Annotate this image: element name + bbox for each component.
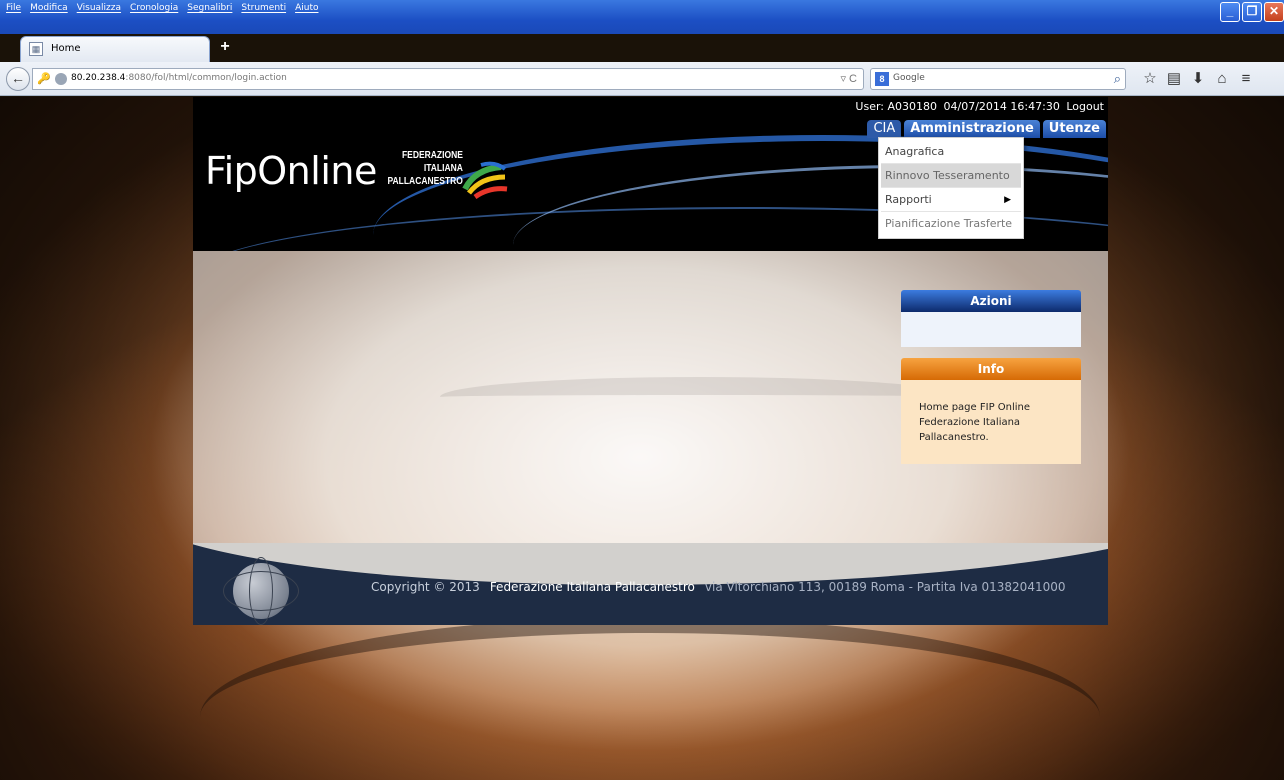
- fiponline-logo[interactable]: FipOnline: [205, 149, 377, 193]
- back-button[interactable]: ←: [6, 67, 30, 91]
- toolbar-icons: ☆ ▤ ⬇ ⌂ ≡: [1138, 68, 1258, 90]
- new-tab-button[interactable]: +: [216, 38, 234, 56]
- basketball-icon: [223, 557, 299, 625]
- dropdown-anagrafica[interactable]: Anagrafica: [881, 140, 1021, 164]
- window-controls: _ ❐ ✕: [1220, 2, 1284, 22]
- window-titlebar: File Modifica Visualizza Cronologia Segn…: [0, 0, 1284, 34]
- footer-federazione: Federazione Italiana Pallacanestro: [489, 580, 695, 594]
- azioni-title: Azioni: [901, 290, 1081, 312]
- globe-icon: [55, 73, 67, 85]
- dropdown-rinnovo-tesseramento[interactable]: Rinnovo Tesseramento: [881, 164, 1021, 188]
- identity-icon[interactable]: 🔑: [37, 72, 51, 85]
- search-icon[interactable]: ⌕: [1114, 71, 1121, 87]
- favicon-icon: ▦: [29, 42, 43, 56]
- dropdown-pianificazione-trasferte[interactable]: Pianificazione Trasferte: [881, 212, 1021, 236]
- close-window-button[interactable]: ✕: [1264, 2, 1284, 22]
- site-footer: Copyright © 2013 Federazione Italiana Pal…: [193, 543, 1108, 625]
- bookmarks-menu-icon[interactable]: ▤: [1162, 68, 1186, 90]
- url-path: :8080/fol/html/common/login.action: [125, 73, 287, 83]
- fip-emblem-icon: [462, 161, 508, 199]
- google-engine-icon[interactable]: 8: [875, 72, 889, 86]
- cia-dropdown-menu: Anagrafica Rinnovo Tesseramento Rapporti…: [878, 137, 1024, 239]
- navigation-bar: ← 🔑 80.20.238.4:8080/fol/html/common/log…: [0, 62, 1284, 96]
- menu-file[interactable]: File: [6, 3, 21, 13]
- bookmark-star-icon[interactable]: ☆: [1138, 68, 1162, 90]
- menu-utenze[interactable]: Utenze: [1042, 120, 1106, 138]
- dropdown-rapporti[interactable]: Rapporti ▶: [881, 188, 1021, 212]
- federazione-logo-text: FEDERAZIONE ITALIANA PALLACANESTRO: [387, 150, 463, 187]
- home-icon[interactable]: ⌂: [1210, 68, 1234, 90]
- menu-visualizza[interactable]: Visualizza: [77, 3, 121, 13]
- browser-tab-home[interactable]: ▦ Home: [20, 36, 210, 62]
- menu-cronologia[interactable]: Cronologia: [130, 3, 178, 13]
- menu-modifica[interactable]: Modifica: [30, 3, 68, 13]
- session-datetime: 04/07/2014 16:47:30: [943, 100, 1060, 113]
- minimize-button[interactable]: _: [1220, 2, 1240, 22]
- menu-segnalibri[interactable]: Segnalibri: [187, 3, 232, 13]
- footer-text: Copyright © 2013 Federazione Italiana Pal…: [371, 580, 1066, 594]
- azioni-body: [901, 312, 1081, 347]
- info-panel: Info Home page FIP Online Federazione It…: [901, 358, 1081, 464]
- copyright: Copyright © 2013: [371, 580, 480, 594]
- address-bar[interactable]: 🔑 80.20.238.4:8080/fol/html/common/login…: [32, 68, 864, 90]
- menu-hamburger-icon[interactable]: ≡: [1234, 68, 1258, 90]
- search-bar[interactable]: 8 Google ⌕: [870, 68, 1126, 90]
- user-id: User: A030180: [855, 100, 938, 113]
- info-body: Home page FIP Online Federazione Italian…: [901, 380, 1081, 464]
- page-viewport: FipOnline FEDERAZIONE ITALIANA PALLACANE…: [0, 97, 1284, 780]
- logout-link[interactable]: Logout: [1066, 100, 1104, 113]
- menu-amministrazione[interactable]: Amministrazione: [904, 120, 1040, 138]
- menu-aiuto[interactable]: Aiuto: [295, 3, 318, 13]
- search-placeholder: Google: [893, 73, 925, 83]
- info-title: Info: [901, 358, 1081, 380]
- reload-icon[interactable]: ▿ C: [840, 72, 857, 85]
- menu-strumenti[interactable]: Strumenti: [241, 3, 286, 13]
- downloads-icon[interactable]: ⬇: [1186, 68, 1210, 90]
- menu-cia[interactable]: CIA: [867, 120, 902, 138]
- maximize-button[interactable]: ❐: [1242, 2, 1262, 22]
- submenu-arrow-icon: ▶: [1004, 195, 1011, 205]
- site-container: FipOnline FEDERAZIONE ITALIANA PALLACANE…: [193, 97, 1108, 625]
- user-info: User: A030180 04/07/2014 16:47:30 Logout: [852, 100, 1104, 113]
- url-text: 80.20.238.4:8080/fol/html/common/login.a…: [71, 73, 287, 83]
- tab-title: Home: [51, 43, 81, 54]
- footer-address: via Vitorchiano 113, 00189 Roma - Partit…: [704, 580, 1066, 594]
- main-menu: CIA Amministrazione Utenze: [867, 120, 1106, 138]
- url-host: 80.20.238.4: [71, 73, 126, 83]
- menu-bar: File Modifica Visualizza Cronologia Segn…: [6, 3, 318, 13]
- azioni-panel: Azioni: [901, 290, 1081, 347]
